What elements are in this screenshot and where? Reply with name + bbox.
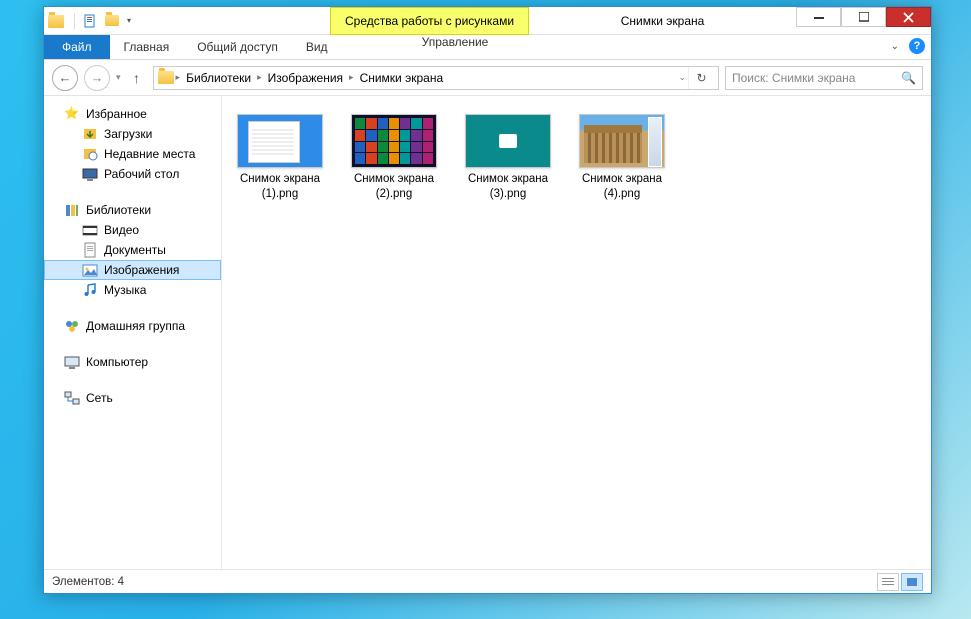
homegroup-icon: [64, 318, 80, 334]
tree-music[interactable]: Музыка: [44, 280, 221, 300]
qat-customize-dropdown[interactable]: ▾: [123, 10, 135, 32]
file-item[interactable]: Снимок экрана (1).png: [232, 114, 328, 202]
navigation-bar: ← → ▾ ↑ ▸ Библиотеки ▸ Изображения ▸ Сни…: [44, 60, 931, 96]
navigation-tree[interactable]: ⭐ Избранное Загрузки Недавние места Рабоч…: [44, 96, 222, 569]
quick-access-toolbar: ▾: [44, 7, 135, 34]
breadcrumb-segment[interactable]: Снимки экрана: [356, 71, 448, 85]
tree-label: Видео: [104, 223, 139, 237]
tree-pictures[interactable]: Изображения: [44, 260, 221, 280]
file-name: Снимок экрана (2).png: [346, 172, 442, 202]
tree-label: Домашняя группа: [86, 319, 185, 333]
qat-properties-button[interactable]: [79, 10, 101, 32]
recent-icon: [82, 146, 98, 162]
item-count: Элементов: 4: [52, 576, 124, 588]
tree-label: Избранное: [86, 107, 147, 121]
tree-libraries[interactable]: Библиотеки: [44, 200, 221, 220]
file-list[interactable]: Снимок экрана (1).png Снимок экрана (2).…: [222, 96, 931, 569]
libraries-icon: [64, 202, 80, 218]
thumbnails-view-button[interactable]: [901, 573, 923, 591]
tree-label: Загрузки: [104, 127, 152, 141]
thumbnail: [579, 114, 665, 168]
tree-label: Рабочий стол: [104, 167, 179, 181]
address-dropdown[interactable]: ⌄: [678, 72, 686, 83]
file-name: Снимок экрана (1).png: [232, 172, 328, 202]
tree-label: Документы: [104, 243, 166, 257]
qat-newfolder-button[interactable]: [101, 10, 123, 32]
thumbnail: [465, 114, 551, 168]
refresh-button[interactable]: ↻: [688, 67, 714, 89]
documents-icon: [82, 242, 98, 258]
separator: [74, 13, 75, 29]
tree-favorites[interactable]: ⭐ Избранное: [44, 104, 221, 124]
thumbnail: [237, 114, 323, 168]
chevron-right-icon[interactable]: ▸: [176, 72, 181, 83]
maximize-button[interactable]: [841, 7, 886, 27]
tree-label: Сеть: [86, 391, 113, 405]
ribbon-tabs: Файл Главная Общий доступ Вид Управление…: [44, 35, 931, 60]
status-bar: Элементов: 4: [44, 569, 931, 593]
video-icon: [82, 222, 98, 238]
tree-label: Недавние места: [104, 147, 195, 161]
tree-label: Изображения: [104, 263, 179, 277]
explorer-window: ▾ Средства работы с рисунками Снимки экр…: [43, 6, 932, 594]
context-tab-header: Средства работы с рисунками: [330, 7, 529, 35]
search-input[interactable]: Поиск: Снимки экрана 🔍: [725, 66, 923, 90]
help-button[interactable]: ?: [909, 38, 925, 54]
search-placeholder: Поиск: Снимки экрана: [732, 71, 855, 85]
app-icon: [48, 15, 64, 28]
downloads-icon: [82, 126, 98, 142]
location-icon: [158, 71, 174, 84]
tab-view[interactable]: Вид: [292, 35, 342, 59]
tab-home[interactable]: Главная: [110, 35, 184, 59]
tree-label: Библиотеки: [86, 203, 151, 217]
desktop-icon: [82, 166, 98, 182]
history-dropdown[interactable]: ▾: [116, 72, 121, 83]
tree-recent[interactable]: Недавние места: [44, 144, 221, 164]
up-button[interactable]: ↑: [127, 68, 147, 88]
file-item[interactable]: Снимок экрана (2).png: [346, 114, 442, 202]
titlebar[interactable]: ▾ Средства работы с рисунками Снимки экр…: [44, 7, 931, 35]
window-title: Снимки экрана: [529, 7, 796, 34]
tree-downloads[interactable]: Загрузки: [44, 124, 221, 144]
tree-computer[interactable]: Компьютер: [44, 352, 221, 372]
network-icon: [64, 390, 80, 406]
file-name: Снимок экрана (4).png: [574, 172, 670, 202]
tree-video[interactable]: Видео: [44, 220, 221, 240]
music-icon: [82, 282, 98, 298]
search-icon[interactable]: 🔍: [901, 71, 916, 85]
chevron-right-icon[interactable]: ▸: [257, 72, 262, 83]
tab-share[interactable]: Общий доступ: [183, 35, 292, 59]
tree-network[interactable]: Сеть: [44, 388, 221, 408]
breadcrumb-segment[interactable]: Изображения: [264, 71, 347, 85]
pictures-icon: [82, 262, 98, 278]
tab-manage[interactable]: Управление: [370, 35, 540, 49]
tree-homegroup[interactable]: Домашняя группа: [44, 316, 221, 336]
forward-button[interactable]: →: [84, 65, 110, 91]
tree-label: Музыка: [104, 283, 146, 297]
file-item[interactable]: Снимок экрана (4).png: [574, 114, 670, 202]
file-item[interactable]: Снимок экрана (3).png: [460, 114, 556, 202]
file-name: Снимок экрана (3).png: [460, 172, 556, 202]
tree-desktop[interactable]: Рабочий стол: [44, 164, 221, 184]
expand-ribbon-icon[interactable]: ⌄: [891, 41, 899, 52]
tab-file[interactable]: Файл: [44, 35, 110, 59]
star-icon: ⭐: [64, 106, 80, 122]
close-button[interactable]: [886, 7, 931, 27]
tree-label: Компьютер: [86, 355, 148, 369]
window-controls: [796, 7, 931, 34]
thumbnail: [351, 114, 437, 168]
chevron-right-icon[interactable]: ▸: [349, 72, 354, 83]
computer-icon: [64, 354, 80, 370]
tree-documents[interactable]: Документы: [44, 240, 221, 260]
back-button[interactable]: ←: [52, 65, 78, 91]
details-view-button[interactable]: [877, 573, 899, 591]
breadcrumb-segment[interactable]: Библиотеки: [182, 71, 255, 85]
address-bar[interactable]: ▸ Библиотеки ▸ Изображения ▸ Снимки экра…: [153, 66, 719, 90]
minimize-button[interactable]: [796, 7, 841, 27]
body: ⭐ Избранное Загрузки Недавние места Рабоч…: [44, 96, 931, 569]
